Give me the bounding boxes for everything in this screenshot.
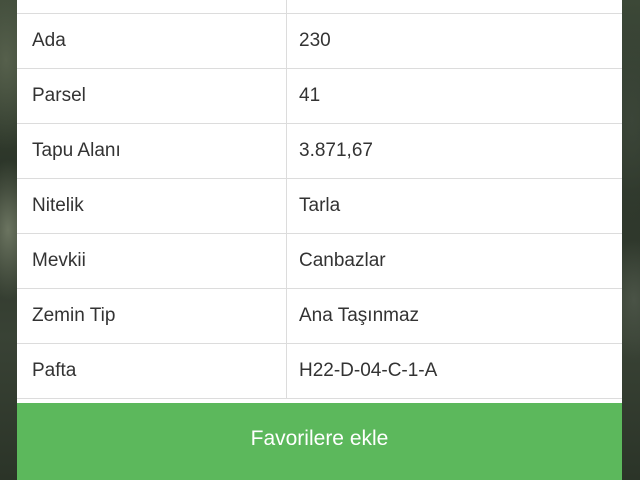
table-row-partial xyxy=(17,0,622,14)
row-label: Zemin Tip xyxy=(17,288,287,344)
table-row-nitelik: Nitelik Tarla xyxy=(17,178,622,234)
parcel-info-sheet: Ada 230 Parsel 41 Tapu Alanı 3.871,67 Ni… xyxy=(17,0,622,480)
row-label: Pafta xyxy=(17,343,287,399)
row-value: Canbazlar xyxy=(286,233,622,289)
table-row-ada: Ada 230 xyxy=(17,13,622,69)
table-row-zemin-tip: Zemin Tip Ana Taşınmaz xyxy=(17,288,622,344)
table-row-pafta: Pafta H22-D-04-C-1-A xyxy=(17,343,622,399)
row-value: 230 xyxy=(286,13,622,69)
add-to-favorites-button[interactable]: Favorilere ekle xyxy=(17,403,622,480)
row-label: Ada xyxy=(17,13,287,69)
row-label xyxy=(17,0,287,14)
parcel-info-table: Ada 230 Parsel 41 Tapu Alanı 3.871,67 Ni… xyxy=(17,0,622,399)
row-label: Mevkii xyxy=(17,233,287,289)
table-row-tapu-alani: Tapu Alanı 3.871,67 xyxy=(17,123,622,179)
table-row-mevkii: Mevkii Canbazlar xyxy=(17,233,622,289)
row-label: Nitelik xyxy=(17,178,287,234)
row-label: Parsel xyxy=(17,68,287,124)
row-value: 41 xyxy=(286,68,622,124)
row-value: 3.871,67 xyxy=(286,123,622,179)
row-value: Tarla xyxy=(286,178,622,234)
table-row-parsel: Parsel 41 xyxy=(17,68,622,124)
row-label: Tapu Alanı xyxy=(17,123,287,179)
row-value: Ana Taşınmaz xyxy=(286,288,622,344)
row-value: H22-D-04-C-1-A xyxy=(286,343,622,399)
row-value xyxy=(286,0,622,14)
